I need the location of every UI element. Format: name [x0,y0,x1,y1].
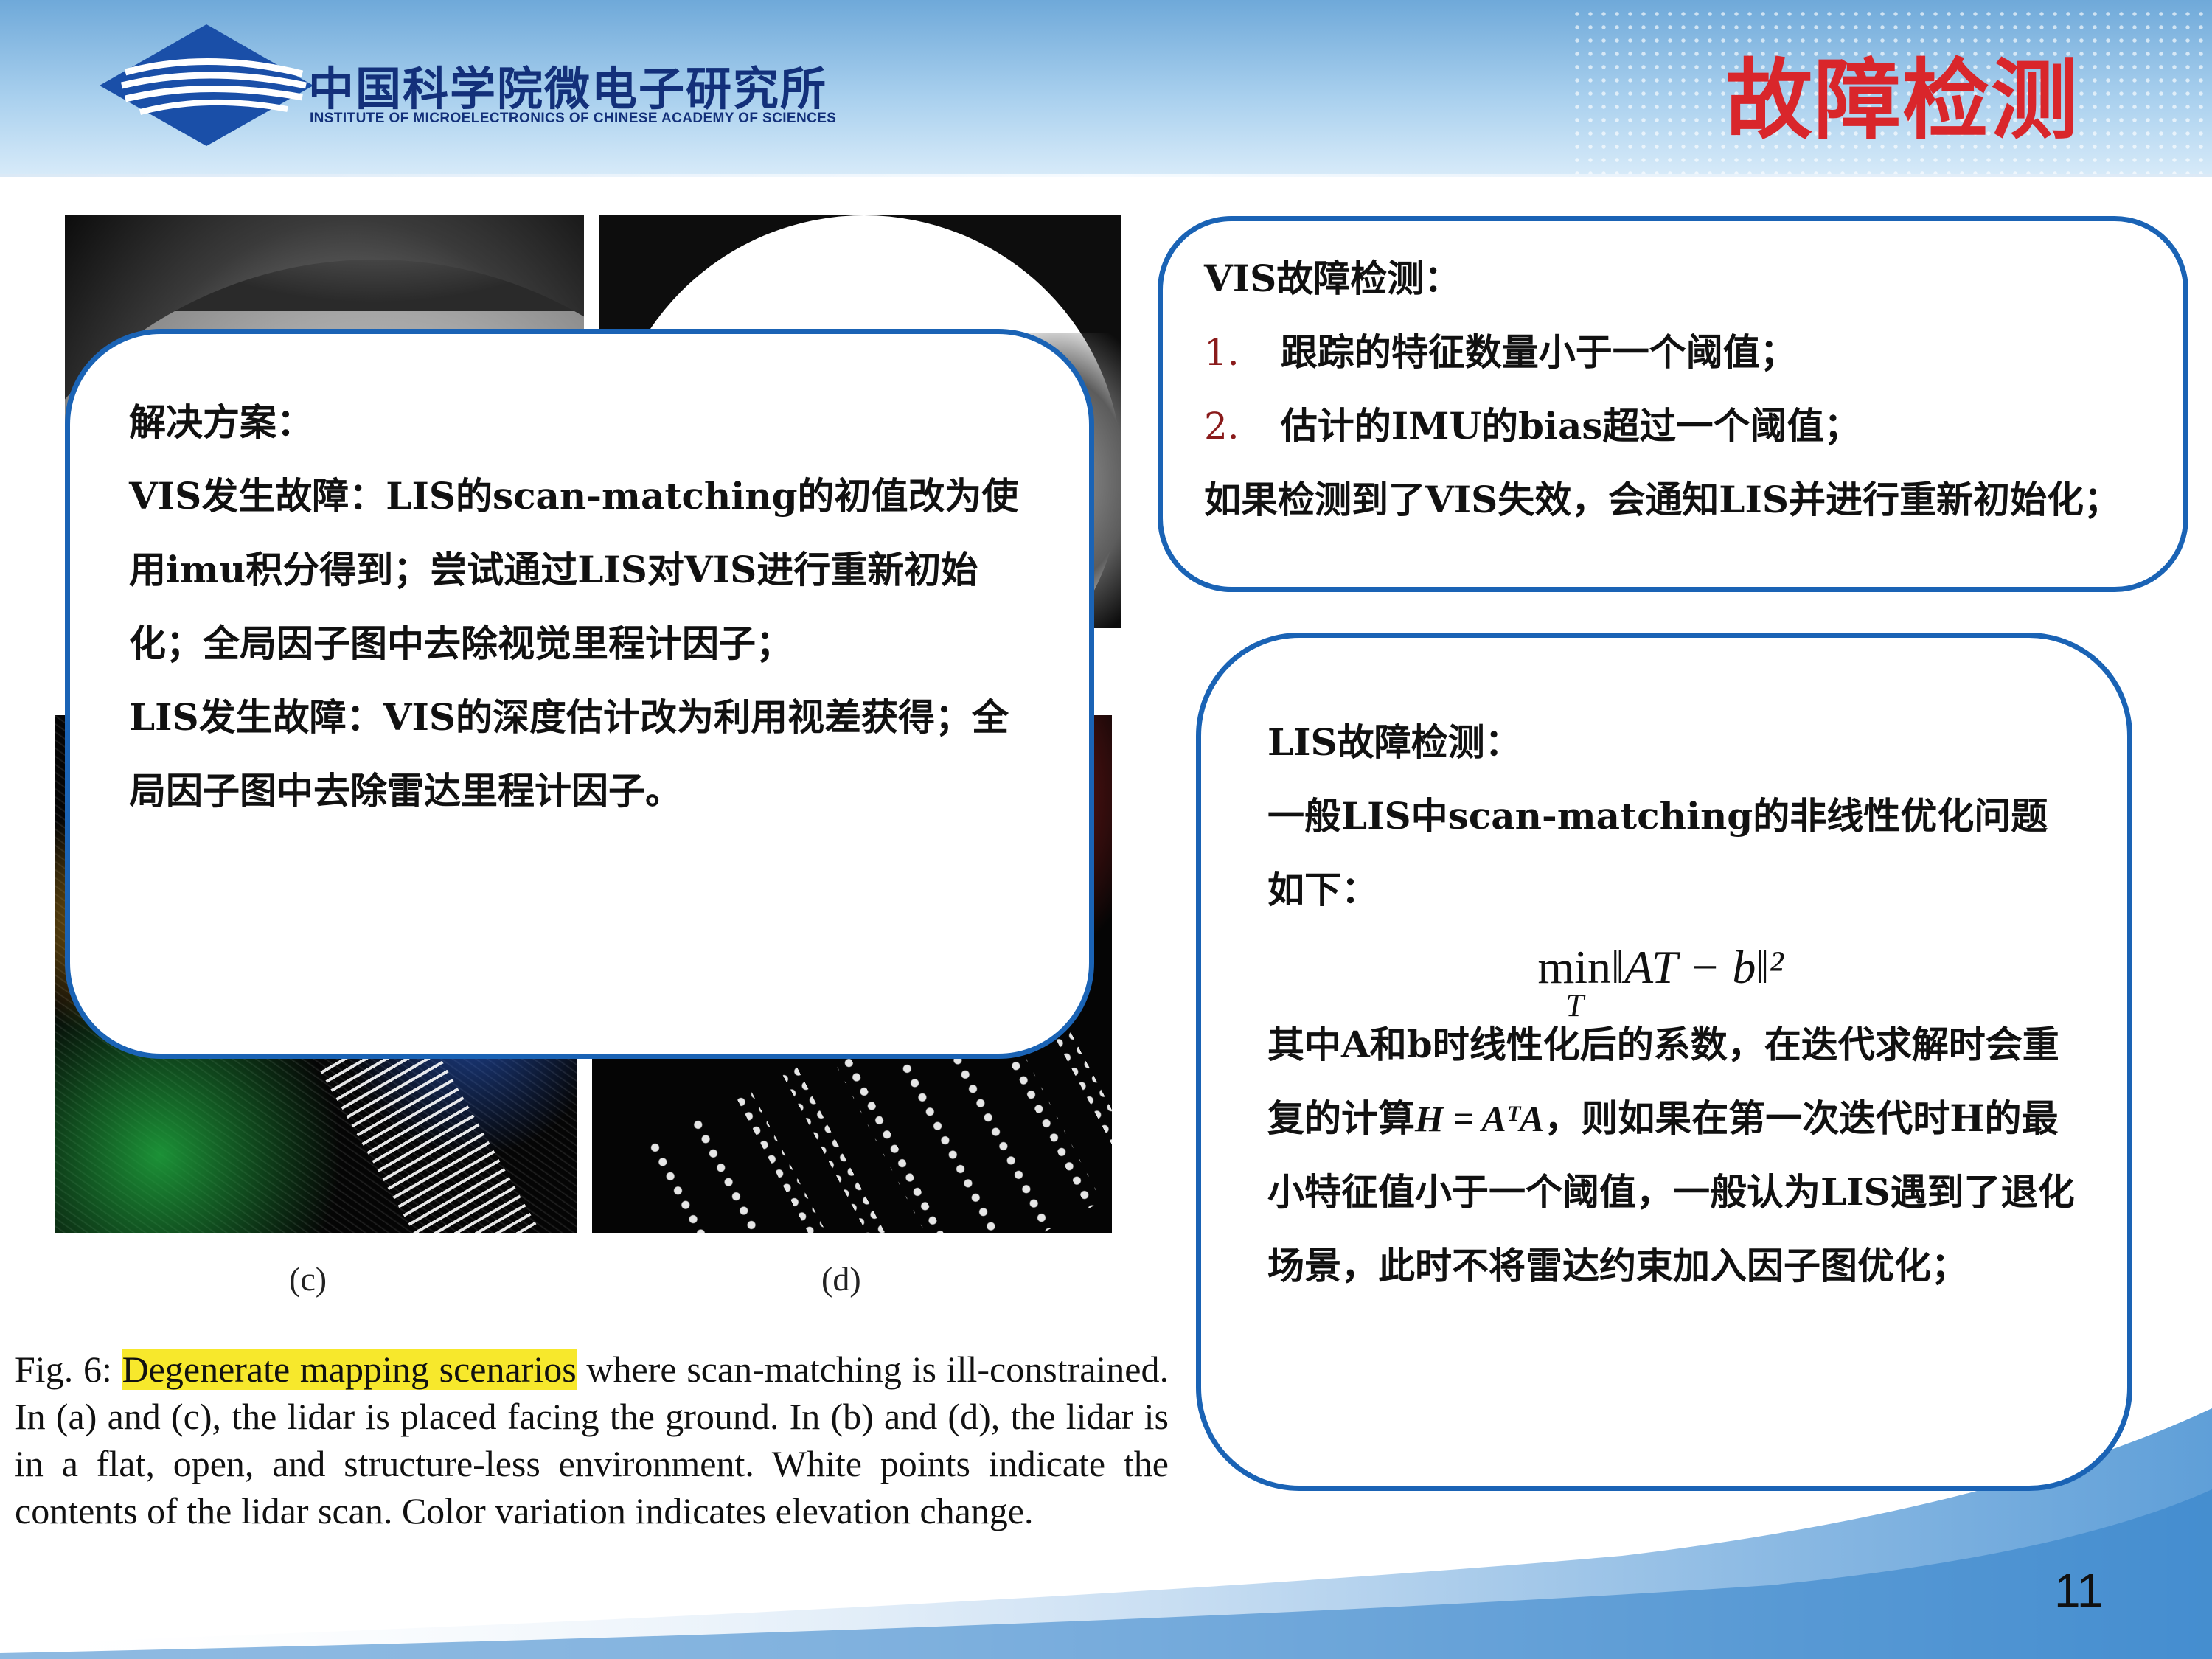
figure-caption: Fig. 6: Degenerate mapping scenarios whe… [15,1346,1169,1534]
subfigure-label-c: (c) [289,1260,327,1298]
caption-highlight: Degenerate mapping scenarios [122,1349,577,1390]
solution-lis-failure: LIS发生故障：VIS的深度估计改为利用视差获得；全局因子图中去除雷达里程计因子… [129,695,1009,813]
slide-title: 故障检测 [1725,49,2080,151]
formula-subscript: T [1565,987,1584,1023]
lis-title: LIS故障检测： [1267,720,1522,764]
lis-formula: min T ‖AT − b‖² [1238,927,2083,1023]
solution-vis-failure: VIS发生故障：LIS的scan-matching的初值改为使用imu积分得到；… [129,474,1019,665]
subfigure-label-d: (d) [821,1260,861,1298]
vis-detection-callout: VIS故障检测： 1. 跟踪的特征数量小于一个阈值； 2. 估计的IMU的bias超… [1158,216,2188,592]
vis-item-2-text: 估计的IMU的bias超过一个阈值； [1280,404,1861,448]
lis-body: 其中A和b时线性化后的系数，在迭代求解时会重复的计算H = AᵀA，则如果在第一… [1267,1008,2083,1303]
vis-footer: 如果检测到了VIS失效，会通知LIS并进行重新初始化； [1204,478,2121,521]
vis-title: VIS故障检测： [1204,257,1461,300]
formula-body: ‖AT − b‖² [1611,941,1784,993]
lis-detection-callout: LIS故障检测： 一般LIS中scan-matching的非线性优化问题如下： … [1196,633,2132,1491]
org-name-chinese: 中国科学院微电子研究所 [308,62,828,116]
vis-item-2: 2. 估计的IMU的bias超过一个阈值； [1204,389,2154,463]
vis-item-1-text: 跟踪的特征数量小于一个阈值； [1280,330,1797,374]
solution-callout: 解决方案： VIS发生故障：LIS的scan-matching的初值改为使用im… [65,329,1094,1059]
solution-title: 解决方案： [129,400,313,444]
vis-item-1-number: 1. [1204,331,1239,374]
ime-cas-logo-icon [100,24,313,146]
vis-item-2-number: 2. [1204,405,1239,448]
slide-header: 中国科学院微电子研究所 INSTITUTE OF MICROELECTRONIC… [0,0,2212,177]
org-name-english: INSTITUTE OF MICROELECTRONICS OF CHINESE… [310,111,837,126]
caption-prefix: Fig. 6: [15,1349,122,1390]
lis-body-formula: H = AᵀA [1415,1098,1545,1139]
formula-min: min T [1537,927,1611,1023]
header-divider [0,174,2212,177]
lis-intro: 一般LIS中scan-matching的非线性优化问题如下： [1267,794,2048,911]
page-number: 11 [2054,1564,2104,1617]
vis-item-1: 1. 跟踪的特征数量小于一个阈值； [1204,316,2154,389]
